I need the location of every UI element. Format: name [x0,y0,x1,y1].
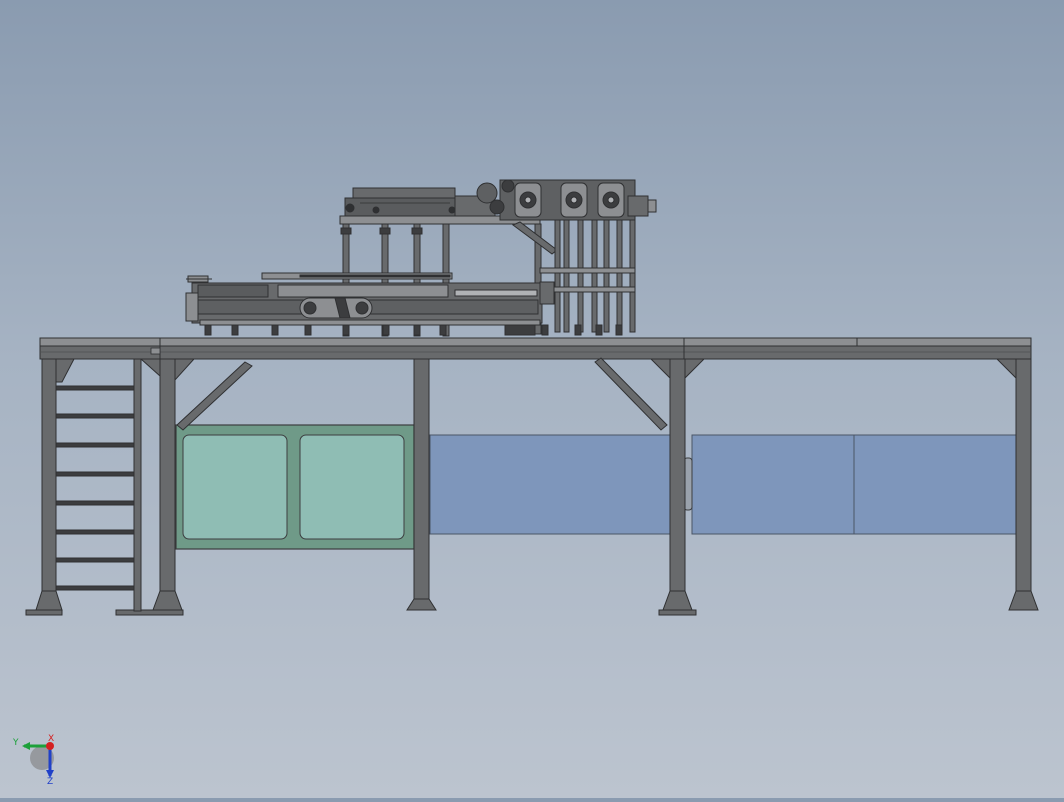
blue-panel-3[interactable] [853,434,1017,535]
platform-deck[interactable] [39,337,1032,360]
column-feet [25,590,1039,616]
triad-y-label: Y [12,738,19,748]
blue-panel-2[interactable] [691,434,855,535]
triad-z-label: Z [47,777,53,787]
blue-panel-1[interactable] [429,434,671,535]
cad-viewport[interactable]: Y X Z [0,0,1064,798]
side-panels [175,424,1017,550]
cad-drawing[interactable]: Y X Z [0,0,1064,798]
access-ladder[interactable] [55,358,142,612]
green-window-right [299,434,405,540]
axis-triad: Y X Z [12,734,54,787]
triad-x-label: X [48,734,54,744]
green-window-left [182,434,288,540]
